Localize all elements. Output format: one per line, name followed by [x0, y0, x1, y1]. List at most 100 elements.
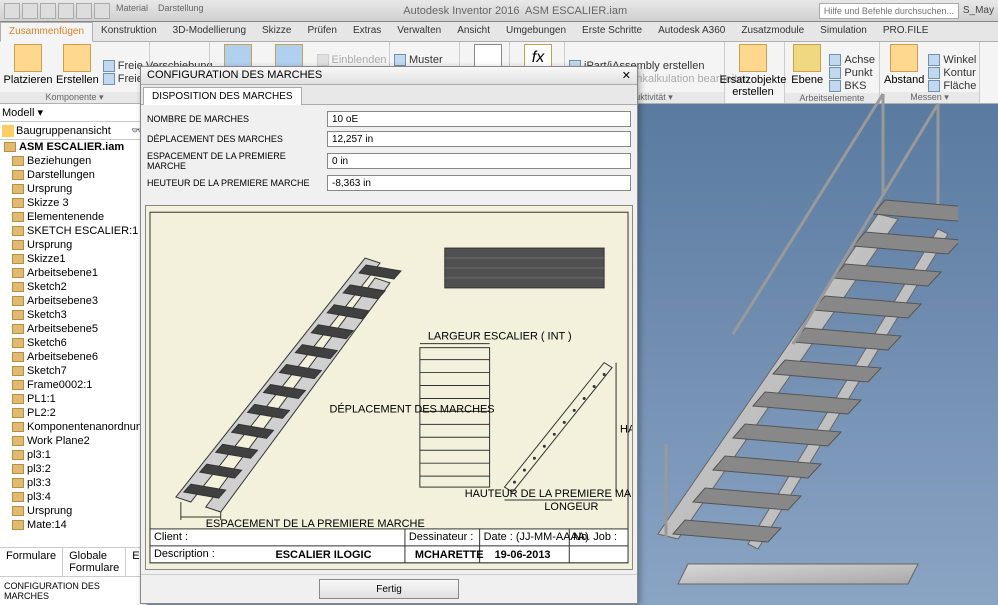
tree-node[interactable]: Beziehungen	[0, 154, 147, 168]
tree-node[interactable]: pl3:4	[0, 490, 147, 504]
qat-save-icon[interactable]	[40, 3, 56, 19]
tree-node[interactable]: Frame0002:1	[0, 378, 147, 392]
tree-node[interactable]: Darstellungen	[0, 168, 147, 182]
node-icon	[12, 506, 24, 516]
ann-longeur: LONGEUR	[544, 501, 598, 513]
tab-erste-schritte[interactable]: Erste Schritte	[574, 22, 650, 41]
tree-node[interactable]: Ursprung	[0, 238, 147, 252]
tab-umgebungen[interactable]: Umgebungen	[498, 22, 574, 41]
tab-extras[interactable]: Extras	[345, 22, 389, 41]
browser-model-dropdown[interactable]: Modell ▾	[2, 106, 43, 119]
panel-component: Platzieren Erstellen Freie Verschiebung …	[0, 42, 150, 103]
param-label: NOMBRE DE MARCHES	[147, 114, 327, 124]
tree-node[interactable]: pl3:1	[0, 448, 147, 462]
tab-konstruktion[interactable]: Konstruktion	[93, 22, 165, 41]
nombre-marches-input[interactable]	[327, 111, 631, 127]
quick-access-toolbar: Material Darstellung	[0, 3, 212, 19]
node-icon	[12, 450, 24, 460]
window-title: Autodesk Inventor 2016 ASM ESCALIER.iam	[212, 5, 819, 17]
qat-undo-icon[interactable]	[58, 3, 74, 19]
tree-node[interactable]: Sketch6	[0, 336, 147, 350]
tab-formulare[interactable]: Formulare	[0, 548, 63, 576]
param-label: ESPACEMENT DE LA PREMIERE MARCHE	[147, 151, 327, 171]
dialog-titlebar[interactable]: CONFIGURATION DES MARCHES ✕	[141, 67, 637, 85]
node-icon	[12, 422, 24, 432]
tree-node[interactable]: Arbeitsebene1	[0, 266, 147, 280]
browser-header: Modell ▾	[0, 104, 147, 122]
tree-node[interactable]: pl3:3	[0, 476, 147, 490]
tab-skizze[interactable]: Skizze	[254, 22, 299, 41]
tree-node[interactable]: pl3:2	[0, 462, 147, 476]
create-icon	[63, 44, 91, 72]
tree-root[interactable]: ASM ESCALIER.iam	[0, 140, 147, 154]
tree-node[interactable]: Ursprung	[0, 182, 147, 196]
ribbon-tabs: Zusammenfügen Konstruktion 3D-Modellieru…	[0, 22, 998, 42]
qat-material-label: Material	[112, 3, 152, 19]
tab-3d-modellierung[interactable]: 3D-Modellierung	[165, 22, 254, 41]
tab-simulation[interactable]: Simulation	[812, 22, 875, 41]
tree-node[interactable]: PL1:1	[0, 392, 147, 406]
tab-ansicht[interactable]: Ansicht	[449, 22, 498, 41]
deplacement-input[interactable]	[327, 131, 631, 147]
qat-select-icon[interactable]	[94, 3, 110, 19]
node-icon	[12, 324, 24, 334]
filter-icon	[2, 125, 14, 137]
tree-node[interactable]: Arbeitsebene6	[0, 350, 147, 364]
tree-node[interactable]: Sketch3	[0, 308, 147, 322]
titlebar: Material Darstellung Autodesk Inventor 2…	[0, 0, 998, 22]
filter-label: Baugruppenansicht	[16, 125, 111, 137]
node-icon	[12, 352, 24, 362]
panel-title-component[interactable]: Komponente ▾	[0, 92, 149, 103]
tab-disposition[interactable]: DISPOSITION DES MARCHES	[143, 87, 302, 105]
espacement-input[interactable]	[327, 153, 631, 169]
node-icon	[12, 184, 24, 194]
tree-node[interactable]: SKETCH ESCALIER:1	[0, 224, 147, 238]
tree-node[interactable]: Arbeitsebene3	[0, 294, 147, 308]
tab-profile[interactable]: PRO.FILE	[875, 22, 937, 41]
qat-redo-icon[interactable]	[76, 3, 92, 19]
tab-zusatzmodule[interactable]: Zusatzmodule	[733, 22, 812, 41]
qat-app-icon[interactable]	[4, 3, 20, 19]
tb-job: No. Job :	[573, 531, 617, 543]
pattern-button[interactable]: Muster	[394, 54, 453, 66]
tree-node[interactable]: Work Plane2	[0, 434, 147, 448]
browser-footer[interactable]: CONFIGURATION DES MARCHES	[0, 576, 147, 605]
tree-node[interactable]: Sketch2	[0, 280, 147, 294]
tab-a360[interactable]: Autodesk A360	[650, 22, 733, 41]
tab-zusammenfuegen[interactable]: Zusammenfügen	[0, 22, 93, 42]
model-tree[interactable]: ASM ESCALIER.iam BeziehungenDarstellunge…	[0, 140, 147, 547]
user-label[interactable]: S_May	[963, 5, 994, 16]
tree-node[interactable]: Mate:14	[0, 518, 147, 532]
tree-node[interactable]: PL2:2	[0, 406, 147, 420]
ann-hauteur-prem: HAUTEUR DE LA PREMIERE MARCHE	[465, 488, 632, 500]
close-icon[interactable]: ✕	[622, 69, 631, 82]
browser-filter[interactable]: Baugruppenansicht 👓	[0, 122, 147, 140]
param-row: DÉPLACEMENT DES MARCHES	[147, 131, 631, 147]
param-row: HEUTEUR DE LA PREMIERE MARCHE	[147, 175, 631, 191]
tree-node[interactable]: Elementenende	[0, 210, 147, 224]
tab-globale-formulare[interactable]: Globale Formulare	[63, 548, 126, 576]
tab-verwalten[interactable]: Verwalten	[389, 22, 449, 41]
node-icon	[12, 394, 24, 404]
tree-node[interactable]: Arbeitsebene5	[0, 322, 147, 336]
titlebar-right: S_May	[959, 5, 998, 16]
qat-open-icon[interactable]	[22, 3, 38, 19]
pattern-icon	[394, 54, 406, 66]
node-icon	[12, 478, 24, 488]
tab-pruefen[interactable]: Prüfen	[299, 22, 344, 41]
tree-node[interactable]: Sketch7	[0, 364, 147, 378]
assembly-icon	[4, 142, 16, 152]
node-icon	[12, 464, 24, 474]
tree-node[interactable]: Skizze 3	[0, 196, 147, 210]
hauteur-input[interactable]	[327, 175, 631, 191]
browser-tabs: Formulare Globale Formulare Exter	[0, 547, 147, 576]
node-icon	[12, 212, 24, 222]
tree-node[interactable]: Komponentenanordnung 1:1	[0, 420, 147, 434]
node-icon	[12, 254, 24, 264]
fertig-button[interactable]: Fertig	[319, 579, 459, 599]
tb-client: Client :	[154, 531, 188, 543]
tree-node[interactable]: Skizze1	[0, 252, 147, 266]
tree-node[interactable]: Ursprung	[0, 504, 147, 518]
tb-dess: Dessinateur :	[409, 531, 473, 543]
help-search-input[interactable]	[819, 3, 959, 19]
